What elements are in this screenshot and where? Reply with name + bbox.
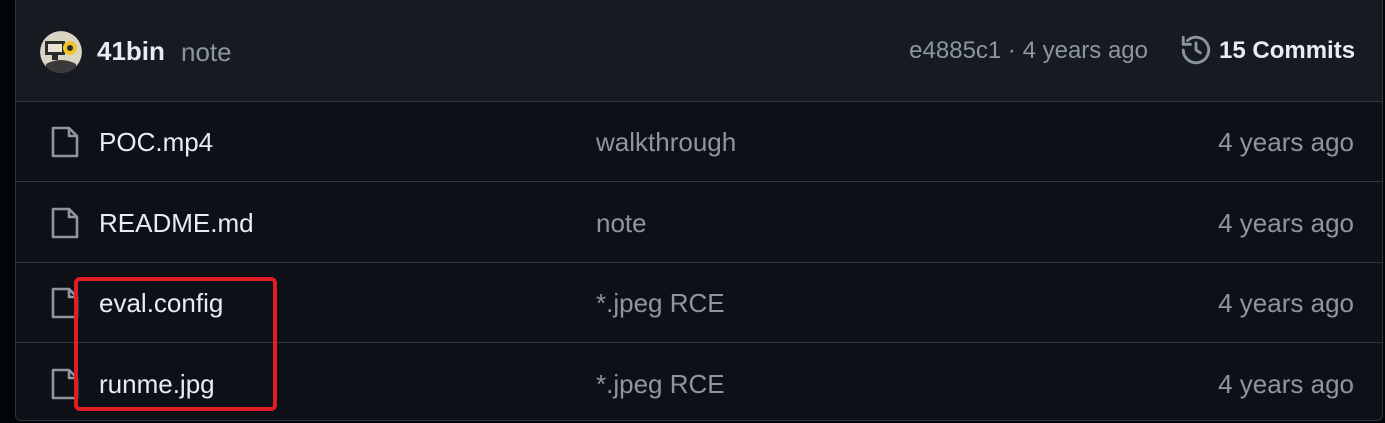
file-commit-message-link[interactable]: *.jpeg RCE [596, 288, 725, 319]
file-commit-time: 4 years ago [1218, 369, 1354, 399]
file-commit-time: 4 years ago [1218, 208, 1354, 238]
file-commit-message-link[interactable]: *.jpeg RCE [596, 369, 725, 400]
file-name-link[interactable]: eval.config [99, 288, 223, 319]
file-browser-panel: 41bin note e4885c1 · 4 years ago 15 Comm… [15, 0, 1383, 421]
file-icon [50, 206, 80, 240]
file-commit-message-link[interactable]: note [596, 208, 647, 239]
file-commit-time: 4 years ago [1218, 127, 1354, 157]
commit-message-link[interactable]: note [181, 37, 232, 68]
file-name-link[interactable]: runme.jpg [99, 369, 215, 400]
avatar[interactable] [40, 31, 82, 73]
file-row[interactable]: README.md note 4 years ago [16, 182, 1382, 263]
file-icon [50, 125, 80, 159]
file-name-link[interactable]: POC.mp4 [99, 127, 213, 158]
file-icon [50, 286, 80, 320]
file-icon [50, 367, 80, 401]
history-icon[interactable] [1179, 33, 1213, 67]
file-name-link[interactable]: README.md [99, 208, 254, 239]
commit-hash-time[interactable]: e4885c1 · 4 years ago [909, 37, 1148, 65]
commits-count-link[interactable]: 15 Commits [1219, 37, 1355, 65]
commit-author-link[interactable]: 41bin [97, 36, 165, 67]
file-row[interactable]: eval.config *.jpeg RCE 4 years ago [16, 262, 1382, 343]
file-commit-message-link[interactable]: walkthrough [596, 127, 736, 158]
file-commit-time: 4 years ago [1218, 288, 1354, 318]
file-row[interactable]: runme.jpg *.jpeg RCE 4 years ago [16, 343, 1382, 423]
file-row[interactable]: POC.mp4 walkthrough 4 years ago [16, 101, 1382, 182]
latest-commit-header: 41bin note e4885c1 · 4 years ago 15 Comm… [16, 0, 1382, 102]
